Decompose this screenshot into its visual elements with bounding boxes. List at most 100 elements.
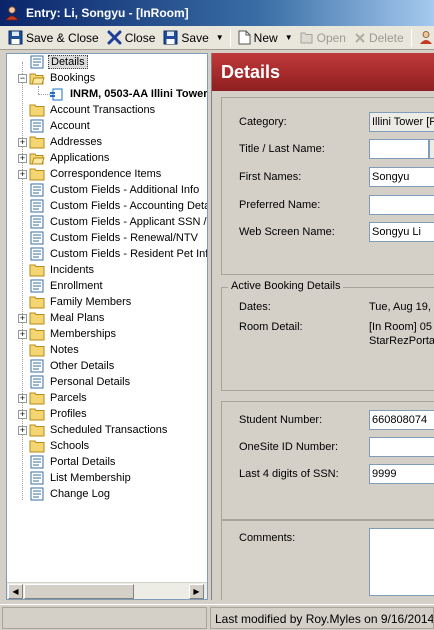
tree-item-account[interactable]: Account: [29, 118, 92, 134]
folder-icon: [29, 312, 45, 325]
user-icon: [419, 31, 432, 44]
tree-item-notes[interactable]: Notes: [29, 342, 81, 358]
new-dropdown-arrow[interactable]: ▼: [282, 33, 296, 42]
onesite-id-field[interactable]: [369, 437, 434, 457]
tree-item-other-details[interactable]: Other Details: [29, 358, 116, 374]
tree-item-cf-additional-info[interactable]: Custom Fields - Additional Info: [29, 182, 201, 198]
tree-item-label: Personal Details: [50, 376, 131, 388]
form-icon: [30, 359, 44, 373]
tree-item-meal-plans[interactable]: Meal Plans: [29, 310, 106, 326]
save-label: Save: [181, 30, 209, 45]
close-button[interactable]: Close: [103, 28, 160, 48]
tree-item-parcels[interactable]: Parcels: [29, 390, 89, 406]
comments-field[interactable]: [369, 528, 434, 596]
tree-item-label: Custom Fields - Resident Pet Information: [50, 248, 207, 260]
tree-item-addresses[interactable]: Addresses: [29, 134, 104, 150]
delete-label: Delete: [368, 30, 404, 45]
tree-item-scheduled-transactions[interactable]: Scheduled Transactions: [29, 422, 169, 438]
booking-icon: [50, 88, 63, 101]
open-button[interactable]: Open: [296, 28, 350, 48]
new-button[interactable]: New: [234, 28, 282, 48]
expand-toggle[interactable]: +: [18, 330, 27, 339]
expand-toggle[interactable]: +: [18, 138, 27, 147]
tree-item-cf-accounting-details[interactable]: Custom Fields - Accounting Details: [29, 198, 208, 214]
title-last-name-label: Title / Last Name:: [239, 143, 325, 155]
form-icon: [30, 455, 44, 469]
tree-item-bookings[interactable]: Bookings: [29, 70, 97, 86]
scroll-left-arrow[interactable]: ◀: [8, 584, 23, 599]
open-folder-icon: [29, 73, 45, 85]
folder-icon: [29, 104, 45, 117]
expand-toggle[interactable]: +: [18, 410, 27, 419]
tree-item-personal-details[interactable]: Personal Details: [29, 374, 132, 390]
tree-item-label: Meal Plans: [50, 312, 105, 324]
save-close-button[interactable]: Save & Close: [4, 28, 103, 48]
tree-item-booking-entry[interactable]: INRM, 0503-AA Illini Tower: [49, 86, 207, 102]
tree-item-profiles[interactable]: Profiles: [29, 406, 89, 422]
expand-toggle[interactable]: +: [18, 394, 27, 403]
tree-item-correspondence-items[interactable]: Correspondence Items: [29, 166, 163, 182]
category-field[interactable]: Illini Tower [F: [369, 112, 434, 132]
tree-item-label: Custom Fields - Accounting Details: [50, 200, 208, 212]
save-button[interactable]: Save: [159, 28, 212, 48]
tree-item-applications[interactable]: Applications: [29, 150, 111, 166]
student-number-label: Student Number:: [239, 414, 323, 426]
preferred-name-label: Preferred Name:: [239, 199, 321, 211]
title-dropdown-button[interactable]: [429, 139, 434, 159]
expand-toggle[interactable]: +: [18, 426, 27, 435]
folder-icon: [29, 440, 45, 453]
form-icon: [30, 375, 44, 389]
status-bar: Last modified by Roy.Myles on 9/16/2014: [0, 604, 434, 630]
tree-item-list-membership[interactable]: List Membership: [29, 470, 133, 486]
tree-item-cf-applicant-ssn[interactable]: Custom Fields - Applicant SSN / Citizens…: [29, 214, 207, 230]
preferred-name-field[interactable]: [369, 195, 434, 215]
tree-item-change-log[interactable]: Change Log: [29, 486, 112, 502]
folder-icon: [29, 392, 45, 405]
tree-item-family-members[interactable]: Family Members: [29, 294, 133, 310]
tree-item-label: Account Transactions: [50, 104, 156, 116]
tree-item-cf-resident-pet[interactable]: Custom Fields - Resident Pet Information: [29, 246, 207, 262]
tree-item-schools[interactable]: Schools: [29, 438, 91, 454]
save-close-label: Save & Close: [26, 30, 99, 45]
expand-toggle[interactable]: +: [18, 154, 27, 163]
tree-item-account-transactions[interactable]: Account Transactions: [29, 102, 157, 118]
folder-icon: [29, 344, 45, 357]
web-screen-name-field[interactable]: Songyu Li: [369, 222, 434, 242]
form-icon: [30, 247, 44, 261]
title-field[interactable]: [369, 139, 429, 159]
scroll-right-arrow[interactable]: ▶: [189, 584, 204, 599]
tree-item-label: Profiles: [50, 408, 87, 420]
details-panel: Details Category: Illini Tower [F Title …: [211, 53, 434, 600]
tree-item-label: Custom Fields - Additional Info: [50, 184, 200, 196]
comments-label: Comments:: [239, 532, 296, 544]
tree-item-incidents[interactable]: Incidents: [29, 262, 96, 278]
last-modified-status: Last modified by Roy.Myles on 9/16/2014: [210, 607, 434, 629]
user-icon: [5, 6, 19, 21]
expand-toggle[interactable]: +: [18, 314, 27, 323]
open-label: Open: [316, 30, 346, 45]
ssn-last4-field[interactable]: 9999: [369, 464, 434, 484]
tree-item-memberships[interactable]: Memberships: [29, 326, 118, 342]
student-number-field[interactable]: 660808074: [369, 410, 434, 430]
form-icon: [30, 471, 44, 485]
tree-item-enrollment[interactable]: Enrollment: [29, 278, 105, 294]
delete-button[interactable]: Delete: [350, 28, 408, 48]
tree-item-portal-details[interactable]: Portal Details: [29, 454, 117, 470]
expand-toggle[interactable]: +: [18, 170, 27, 179]
scroll-thumb[interactable]: [24, 584, 134, 599]
horizontal-scrollbar[interactable]: ◀ ▶: [7, 582, 207, 599]
category-label: Category:: [239, 116, 287, 128]
first-names-field[interactable]: Songyu: [369, 167, 434, 187]
tree-item-label: Memberships: [50, 328, 117, 340]
form-icon: [30, 55, 44, 69]
tree-item-label: Notes: [50, 344, 79, 356]
ssn-last4-label: Last 4 digits of SSN:: [239, 468, 339, 480]
save-dropdown-arrow[interactable]: ▼: [213, 33, 227, 42]
collapse-toggle[interactable]: −: [18, 74, 27, 83]
tree-item-details[interactable]: Details: [29, 54, 88, 70]
tree-item-cf-renewal[interactable]: Custom Fields - Renewal/NTV: [29, 230, 200, 246]
dates-label: Dates:: [239, 301, 271, 313]
tree-item-label: Schools: [50, 440, 90, 452]
user-button[interactable]: [415, 28, 434, 48]
navigation-tree[interactable]: Details − Bookings INRM, 0503-AA Illini …: [6, 53, 208, 600]
